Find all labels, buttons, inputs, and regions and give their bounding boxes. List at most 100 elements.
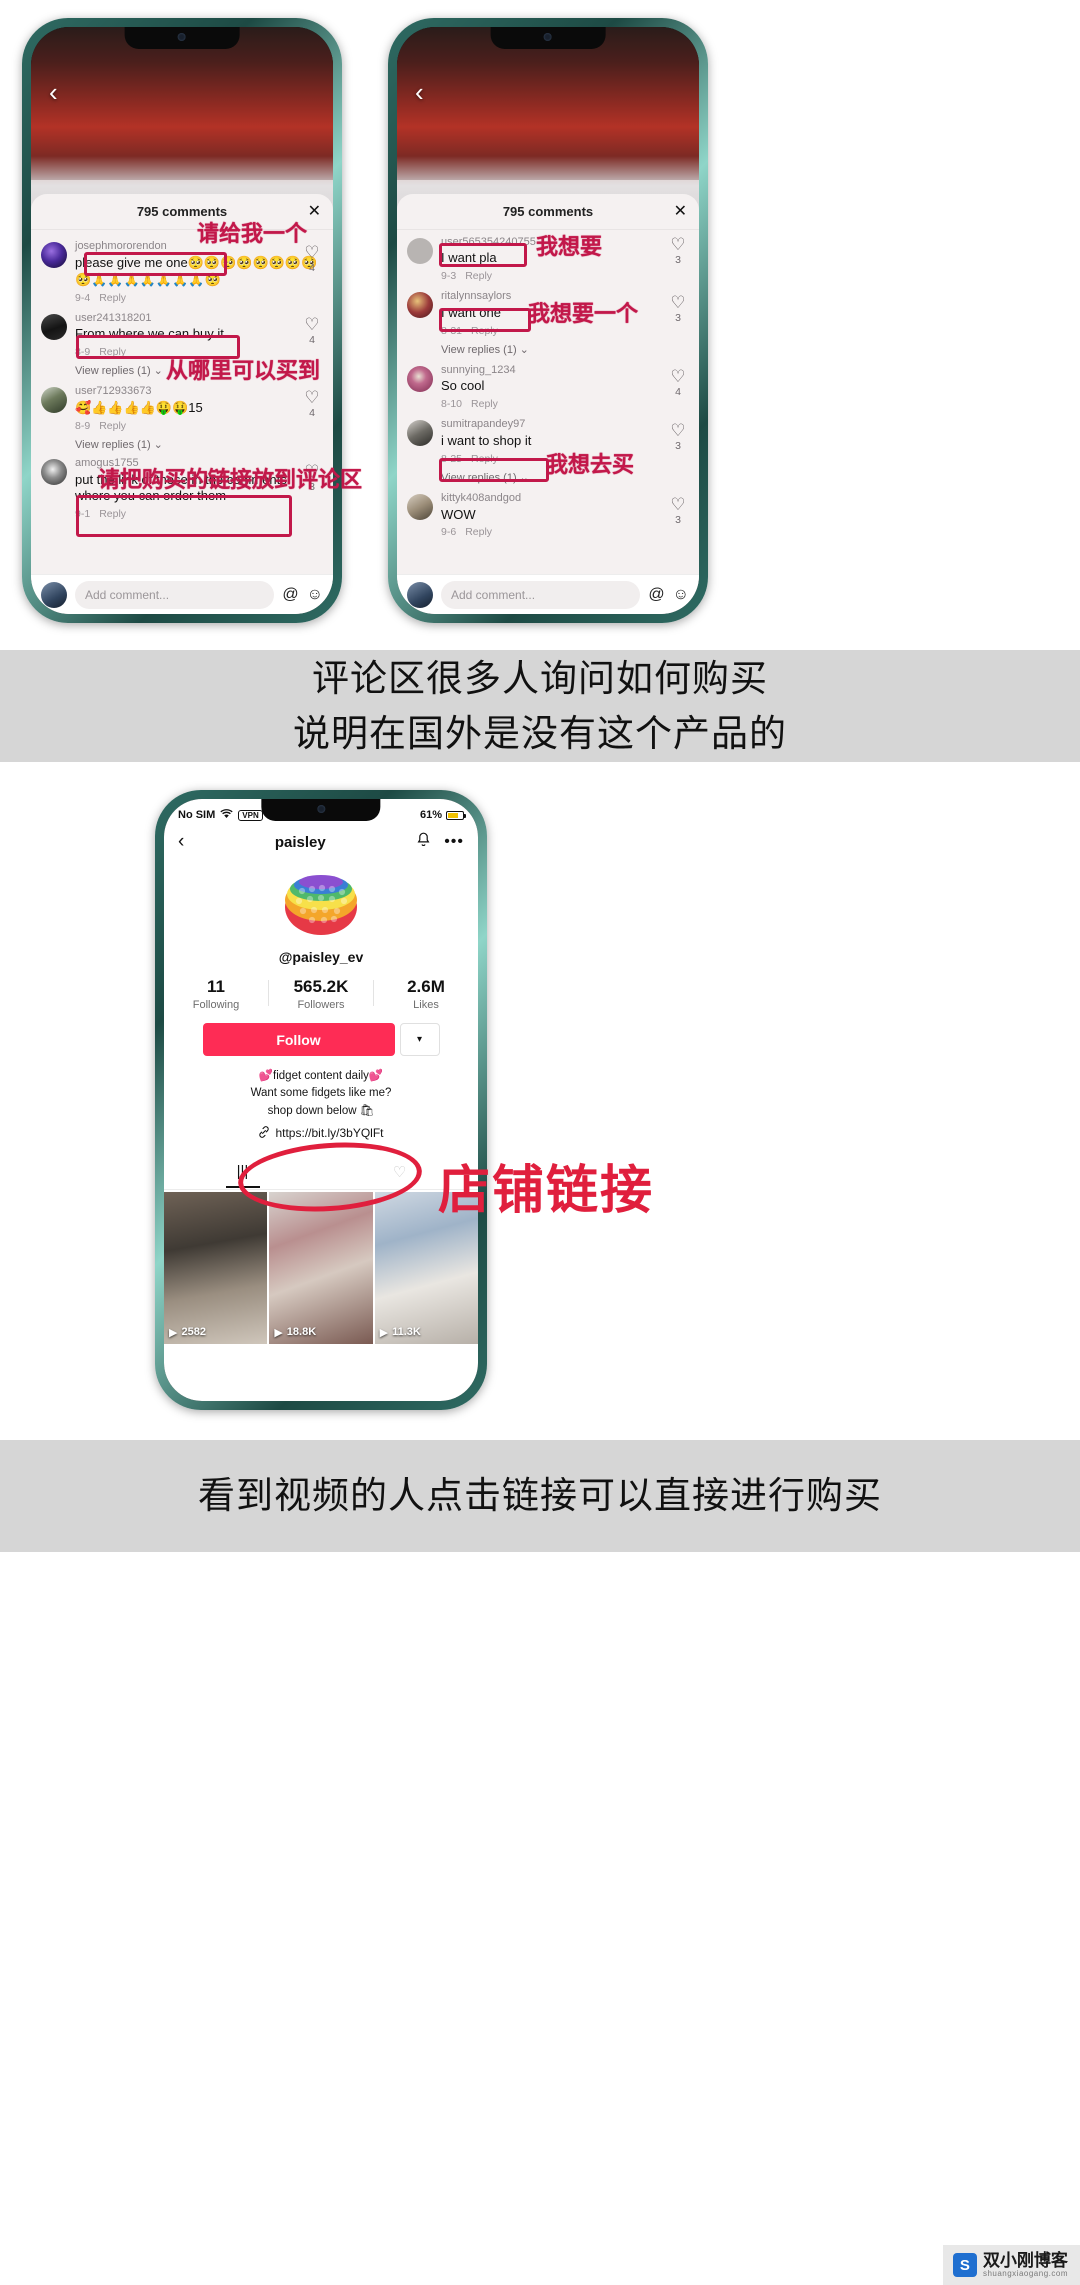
profile-stats: 11 Following 565.2K Followers 2.6M Likes bbox=[164, 977, 478, 1011]
video-thumbnail[interactable]: ▶ 2582 bbox=[164, 1191, 268, 1344]
comment-date: 9-3 bbox=[441, 269, 457, 282]
like-button[interactable]: ♡ 4 bbox=[299, 316, 325, 346]
stat-following[interactable]: 11 Following bbox=[164, 977, 268, 1011]
close-icon[interactable]: ✕ bbox=[674, 203, 687, 220]
profile-screen: No SIM VPN 9:41 AM 61% ‹ paisley bbox=[164, 799, 478, 1401]
watermark: 双小刚博客 shuangxiaogang.com bbox=[942, 2245, 1080, 2285]
view-replies-link[interactable]: View replies (1) ⌄ bbox=[441, 343, 699, 356]
comment-date: 8-10 bbox=[441, 398, 463, 411]
vpn-badge: VPN bbox=[238, 809, 263, 821]
comment-username[interactable]: sumitrapandey97 bbox=[441, 418, 689, 432]
reply-button[interactable]: Reply bbox=[99, 292, 126, 304]
comment-username[interactable]: user241318201 bbox=[75, 312, 323, 326]
avatar[interactable] bbox=[407, 365, 433, 392]
comment-username[interactable]: user712933673 bbox=[75, 385, 323, 399]
mention-icon[interactable]: @ bbox=[282, 586, 298, 604]
stat-label: Followers bbox=[297, 999, 345, 1011]
video-thumbnail[interactable]: ▶ 18.8K bbox=[269, 1191, 373, 1344]
profile-link-row[interactable]: https://bit.ly/3bYQlFt bbox=[164, 1125, 478, 1141]
page-title: paisley bbox=[274, 833, 326, 851]
heart-icon: ♡ bbox=[670, 421, 686, 441]
comment-input[interactable]: Add comment... bbox=[75, 580, 275, 609]
follow-button[interactable]: Follow bbox=[202, 1023, 395, 1056]
comment-item[interactable]: sunnying_1234 So cool 8-10 Reply ♡ 4 bbox=[397, 358, 699, 413]
like-button[interactable]: ♡ 4 bbox=[299, 244, 325, 274]
comment-list-2[interactable]: user565354240755 I want pla 9-3 Reply ♡ 3 bbox=[397, 230, 699, 574]
annotation-where-to-buy: 从哪里可以买到 bbox=[166, 359, 321, 384]
stat-followers[interactable]: 565.2K Followers bbox=[269, 977, 373, 1011]
phone-notch-3 bbox=[261, 799, 381, 821]
emoji-icon[interactable]: ☺ bbox=[673, 586, 689, 604]
view-count: 11.3K bbox=[392, 1326, 421, 1339]
back-button-p2[interactable]: ‹ bbox=[415, 79, 424, 105]
comment-composer-2[interactable]: Add comment... @ ☺ bbox=[397, 574, 699, 614]
profile-link-text[interactable]: https://bit.ly/3bYQlFt bbox=[275, 1126, 383, 1140]
comment-item[interactable]: user712933673 🥰👍👍👍👍🤑🤑15 8-9 Reply ♡ 4 bbox=[31, 379, 333, 434]
reply-button[interactable]: Reply bbox=[99, 508, 126, 520]
reply-button[interactable]: Reply bbox=[465, 526, 492, 538]
comment-username[interactable]: kittyk408andgod bbox=[441, 492, 689, 506]
view-replies-link[interactable]: View replies (1) ⌄ bbox=[75, 438, 333, 451]
comment-username[interactable]: sunnying_1234 bbox=[441, 364, 689, 378]
comment-item[interactable]: kittyk408andgod WOW 9-6 Reply ♡ 3 bbox=[397, 486, 699, 541]
comment-item[interactable]: user241318201 From where we can buy it 8… bbox=[31, 306, 333, 361]
like-button[interactable]: ♡ 3 bbox=[665, 294, 691, 324]
like-button[interactable]: ♡ 3 bbox=[665, 496, 691, 526]
phone-notch-2 bbox=[490, 27, 606, 49]
reply-button[interactable]: Reply bbox=[471, 325, 498, 337]
annotation-please-give-me-one: 请给我一个 bbox=[197, 222, 308, 247]
heart-icon: ♡ bbox=[304, 388, 320, 408]
bio-line-1: 💕fidget content daily💕 bbox=[258, 1070, 384, 1082]
chevron-down-icon[interactable]: ▾ bbox=[399, 1023, 440, 1056]
reply-button[interactable]: Reply bbox=[471, 453, 498, 465]
stat-label: Likes bbox=[413, 999, 439, 1011]
reply-button[interactable]: Reply bbox=[471, 398, 498, 410]
heart-icon: ♡ bbox=[670, 494, 686, 514]
more-options-icon[interactable]: ••• bbox=[444, 833, 464, 851]
tab-videos[interactable]: ||| bbox=[164, 1157, 321, 1189]
wifi-icon bbox=[220, 808, 233, 822]
stat-label: Following bbox=[192, 999, 240, 1011]
reply-button[interactable]: Reply bbox=[99, 420, 126, 432]
close-icon[interactable]: ✕ bbox=[308, 203, 321, 220]
avatar[interactable] bbox=[41, 313, 67, 340]
comment-text: WOW bbox=[441, 506, 476, 522]
comment-input[interactable]: Add comment... bbox=[441, 580, 641, 609]
banner1-line2: 说明在国外是没有这个产品的 bbox=[293, 712, 787, 755]
avatar bbox=[407, 581, 433, 608]
emoji-icon[interactable]: ☺ bbox=[307, 586, 323, 604]
avatar[interactable] bbox=[41, 387, 67, 414]
play-icon: ▶ bbox=[169, 1326, 178, 1339]
like-count: 4 bbox=[675, 385, 681, 398]
reply-button[interactable]: Reply bbox=[99, 346, 126, 358]
comment-list-1[interactable]: josephmororendon please give me one🥺🥺🥺🥺🥺… bbox=[31, 230, 333, 574]
avatar[interactable] bbox=[407, 420, 433, 447]
heart-icon: ♡ bbox=[670, 292, 686, 312]
avatar[interactable] bbox=[41, 242, 67, 268]
mention-icon[interactable]: @ bbox=[648, 586, 664, 604]
avatar[interactable] bbox=[41, 458, 67, 485]
bell-icon[interactable] bbox=[416, 832, 431, 853]
stat-value: 2.6M bbox=[407, 977, 445, 996]
comment-sheet-1: 795 comments ✕ josephmororendon please g… bbox=[31, 194, 333, 614]
annotation-put-link-in-comments: 请把购买的链接放到评论区 bbox=[98, 468, 363, 493]
grid-icon: ||| bbox=[236, 1162, 249, 1180]
like-button[interactable]: ♡ 4 bbox=[299, 389, 325, 419]
bio-line-2: Want some fidgets like me? bbox=[250, 1087, 392, 1100]
avatar[interactable] bbox=[407, 238, 433, 264]
like-count: 3 bbox=[675, 440, 681, 453]
avatar[interactable] bbox=[282, 867, 360, 939]
stat-likes[interactable]: 2.6M Likes bbox=[374, 977, 478, 1011]
avatar[interactable] bbox=[407, 291, 433, 318]
comment-date: 8-9 bbox=[75, 419, 91, 432]
comment-composer-1[interactable]: Add comment... @ ☺ bbox=[31, 574, 333, 614]
like-button[interactable]: ♡ 3 bbox=[665, 236, 691, 266]
like-button[interactable]: ♡ 3 bbox=[665, 422, 691, 452]
like-button[interactable]: ♡ 4 bbox=[665, 368, 691, 398]
battery-icon bbox=[446, 810, 466, 820]
reply-button[interactable]: Reply bbox=[465, 270, 492, 282]
video-views: ▶ 11.3K bbox=[380, 1326, 421, 1339]
comment-date: 9-6 bbox=[441, 526, 457, 539]
back-button-p1[interactable]: ‹ bbox=[49, 79, 58, 105]
avatar[interactable] bbox=[407, 493, 433, 520]
